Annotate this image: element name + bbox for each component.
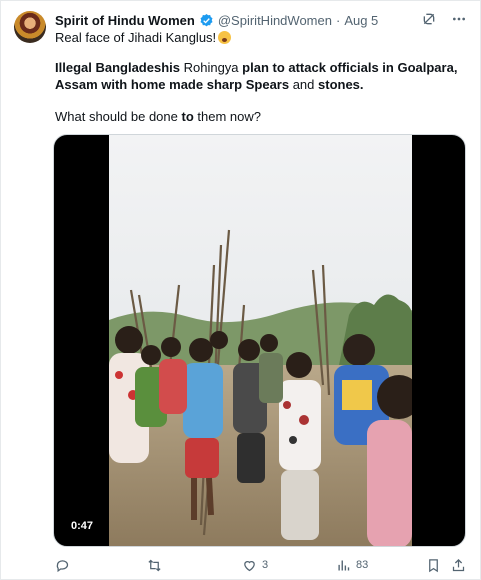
video-frame[interactable]: [109, 135, 412, 547]
like-count: 3: [262, 559, 269, 571]
views-action[interactable]: 83: [336, 558, 368, 573]
action-bar: 3 83: [55, 556, 468, 574]
handle[interactable]: @SpiritHindWomen: [218, 13, 332, 28]
shocked-face-emoji-icon: [218, 31, 232, 44]
views-count: 83: [356, 559, 369, 571]
tweet-header: Spirit of Hindu Women @SpiritHindWomen ·…: [55, 11, 378, 29]
retweet-action[interactable]: [147, 558, 167, 573]
question-part: What should be done: [55, 109, 182, 124]
question-part: them now?: [193, 109, 261, 124]
tweet-date[interactable]: Aug 5: [344, 13, 378, 28]
body-part: Rohingya: [180, 60, 243, 75]
tweet-first-line: Real face of Jihadi Kanglus!: [55, 30, 232, 45]
retweet-icon: [148, 559, 161, 571]
tweet-question: What should be done to them now?: [55, 109, 261, 124]
first-line-text: Real face of Jihadi Kanglus!: [55, 30, 217, 45]
verified-badge-icon: [200, 13, 213, 26]
like-action[interactable]: 3: [242, 558, 268, 573]
video-duration: 0:47: [66, 518, 99, 534]
share-action[interactable]: [451, 558, 466, 573]
separator-dot: ·: [335, 12, 341, 28]
reply-action[interactable]: [55, 558, 75, 573]
grok-icon[interactable]: [421, 11, 437, 27]
body-part: and: [289, 77, 319, 92]
share-icon: [452, 558, 465, 571]
more-icon[interactable]: [451, 11, 467, 27]
tweet-body: Illegal Bangladeshis Rohingya plan to at…: [55, 59, 465, 93]
avatar[interactable]: [14, 11, 46, 43]
bookmark-icon: [429, 558, 438, 572]
bookmark-action[interactable]: [426, 558, 441, 573]
body-part: stones.: [318, 77, 364, 92]
display-name[interactable]: Spirit of Hindu Women: [55, 13, 195, 28]
like-icon: [244, 560, 255, 571]
top-actions: [421, 11, 467, 27]
video-player[interactable]: 0:47: [53, 134, 466, 547]
question-part: to: [181, 109, 194, 124]
reply-icon: [56, 559, 69, 572]
views-icon: [338, 560, 350, 570]
body-part: Illegal Bangladeshis: [55, 60, 180, 75]
